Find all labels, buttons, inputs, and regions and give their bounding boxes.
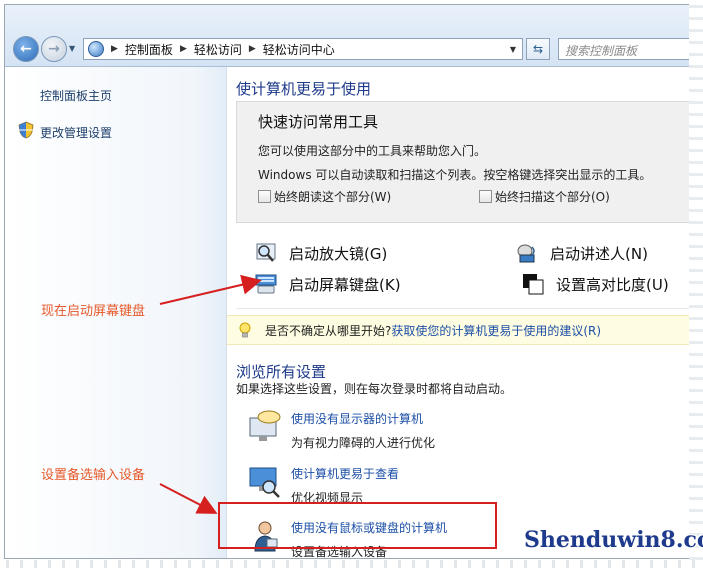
always-scan-label[interactable]: 始终扫描这个部分(O)	[495, 188, 610, 205]
highlight-box	[218, 502, 497, 549]
page-title: 使计算机更易于使用	[236, 80, 372, 98]
back-arrow-icon: ←	[20, 41, 32, 57]
refresh-icon: ⇆	[532, 42, 544, 56]
start-narrator-button[interactable]: 启动讲述人(N)	[516, 242, 648, 264]
breadcrumb-separator-icon[interactable]: ▶	[249, 44, 256, 54]
contrast-icon	[523, 274, 544, 295]
setting-desc-no-display: 为有视力障碍的人进行优化	[291, 436, 436, 450]
forward-arrow-icon: →	[48, 41, 60, 57]
browse-settings-description: 如果选择这些设置，则在每次登录时都将自动启动。	[236, 382, 513, 396]
torn-edge-right	[689, 0, 703, 568]
start-narrator-label: 启动讲述人(N)	[550, 244, 648, 263]
always-scan-checkbox[interactable]	[479, 190, 492, 203]
breadcrumb-separator-icon[interactable]: ▶	[111, 44, 118, 54]
breadcrumb-control-panel[interactable]: 控制面板	[125, 41, 173, 58]
lightbulb-icon	[239, 322, 251, 338]
quick-access-description: 您可以使用这部分中的工具来帮助您入门。	[258, 144, 487, 158]
breadcrumb-ease-of-access[interactable]: 轻松访问	[194, 41, 242, 58]
start-on-screen-keyboard-label: 启动屏幕键盘(K)	[289, 275, 401, 294]
main-content: 使计算机更易于使用 快速访问常用工具 您可以使用这部分中的工具来帮助您入门。 W…	[227, 67, 691, 558]
tip-text: 是否不确定从哪里开始?	[265, 323, 392, 338]
quick-access-instructions: Windows 可以自动读取和扫描这个列表。按空格键选择突出显示的工具。	[258, 168, 652, 182]
control-panel-icon	[88, 41, 104, 57]
narrator-icon	[517, 244, 535, 263]
address-bar-strip: ← → ▼ ▶ 控制面板 ▶ 轻松访问 ▶ 轻松访问中心 ▼ ⇆ 搜索控制面板	[5, 5, 691, 67]
address-dropdown-icon[interactable]: ▼	[510, 45, 516, 54]
always-read-label[interactable]: 始终朗读这个部分(W)	[274, 188, 391, 205]
monitor-speech-icon	[249, 410, 281, 441]
start-on-screen-keyboard-button[interactable]: 启动屏幕键盘(K)	[255, 273, 401, 295]
back-button[interactable]: ←	[13, 36, 39, 62]
quick-tools: 启动放大镜(G) 启动讲述人(N) 启动屏幕键盘(K) 设置高对比度(U)	[236, 223, 691, 309]
annotation-input-note: 设置备选输入设备	[41, 468, 146, 483]
recent-pages-dropdown[interactable]: ▼	[69, 44, 75, 53]
sidebar-item-control-panel-home[interactable]: 控制面板主页	[40, 87, 112, 104]
watermark: Shenduwin8.com	[524, 527, 703, 553]
search-input[interactable]: 搜索控制面板	[558, 38, 691, 60]
start-magnifier-button[interactable]: 启动放大镜(G)	[255, 242, 387, 264]
keyboard-icon	[255, 274, 277, 294]
breadcrumb-ease-of-access-center[interactable]: 轻松访问中心	[263, 41, 335, 58]
start-magnifier-label: 启动放大镜(G)	[289, 244, 388, 263]
shield-icon	[18, 121, 34, 139]
quick-access-title: 快速访问常用工具	[258, 113, 379, 131]
breadcrumb[interactable]: ▶ 控制面板 ▶ 轻松访问 ▶ 轻松访问中心 ▼	[83, 38, 523, 60]
tip-bar: 是否不确定从哪里开始? 获取使您的计算机更易于使用的建议(R)	[227, 315, 691, 345]
setting-link-no-display[interactable]: 使用没有显示器的计算机	[291, 410, 423, 427]
setting-link-easier-to-see[interactable]: 使计算机更易于查看	[291, 465, 399, 482]
annotation-keyboard-note: 现在启动屏幕键盘	[41, 304, 146, 319]
set-high-contrast-label: 设置高对比度(U)	[556, 275, 669, 294]
breadcrumb-separator-icon[interactable]: ▶	[180, 44, 187, 54]
monitor-magnifier-icon	[249, 467, 280, 498]
sidebar-item-change-admin-settings[interactable]: 更改管理设置	[40, 124, 112, 141]
get-recommendations-link[interactable]: 获取使您的计算机更易于使用的建议(R)	[391, 322, 601, 339]
forward-button[interactable]: →	[41, 36, 67, 62]
torn-edge-bottom	[0, 560, 703, 568]
always-read-checkbox[interactable]	[258, 190, 271, 203]
quick-access-panel: 快速访问常用工具 您可以使用这部分中的工具来帮助您入门。 Windows 可以自…	[236, 101, 691, 223]
magnifier-icon	[256, 243, 276, 262]
set-high-contrast-button[interactable]: 设置高对比度(U)	[522, 273, 669, 295]
refresh-button[interactable]: ⇆	[526, 38, 550, 60]
browse-settings-heading: 浏览所有设置	[236, 363, 327, 381]
